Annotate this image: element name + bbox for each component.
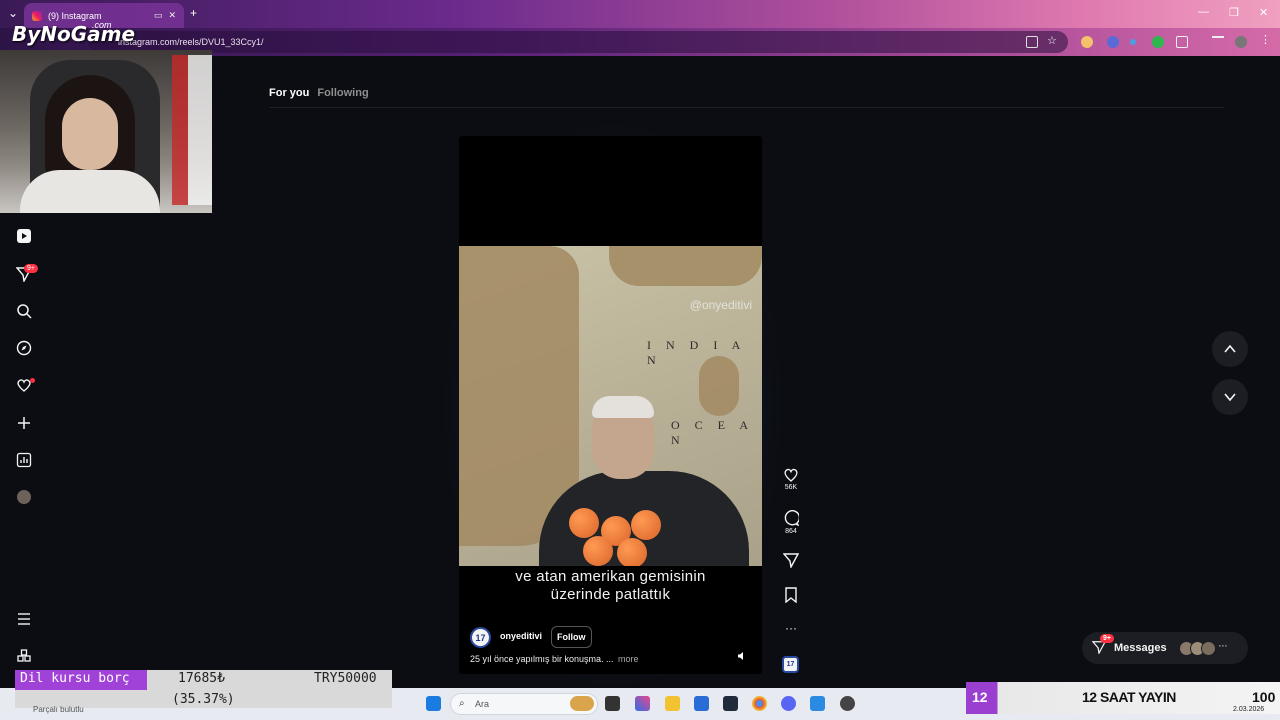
search-highlight-icon	[570, 696, 594, 711]
store-icon[interactable]	[694, 696, 709, 711]
address-bar[interactable]: instagram.com/reels/DVU1_33Ccy1/	[88, 31, 1068, 53]
restore-icon[interactable]: ❐	[1229, 6, 1239, 19]
donation-goal-target: TRY50000	[314, 671, 377, 686]
tab-close-icon[interactable]: ✕	[168, 10, 176, 21]
next-reel-button[interactable]	[1212, 379, 1248, 415]
instagram-favicon-icon	[32, 10, 42, 21]
stream-day: 12	[972, 689, 988, 705]
comment-button[interactable]: 864	[781, 510, 801, 535]
extensions-puzzle-icon[interactable]	[1176, 36, 1188, 48]
share-icon	[783, 553, 799, 568]
more-avatars-icon: ···	[1218, 640, 1228, 651]
cast-icon[interactable]	[1026, 36, 1038, 48]
tab-media-icon[interactable]: ▭	[154, 10, 163, 21]
profile-avatar[interactable]	[14, 487, 34, 507]
windows-start-icon[interactable]	[426, 696, 441, 711]
discord-icon[interactable]	[781, 696, 796, 711]
reel-caption: 25 yıl önce yapılmış bir konuşma. ...	[470, 654, 614, 664]
browser-titlebar: ⌄ (9) Instagram ▭ ✕ + — ❐ ✕	[0, 0, 1280, 28]
notifications-badge: 9+	[24, 264, 38, 273]
messenger-icon: 9+	[1091, 633, 1114, 657]
comment-icon	[784, 510, 799, 526]
extension-icon[interactable]	[1107, 36, 1119, 48]
new-tab-button[interactable]: +	[190, 6, 197, 20]
video-subtitle: ve atan amerikan gemisinin üzerinde patl…	[515, 568, 706, 603]
comment-count: 864	[785, 528, 797, 535]
webcam-overlay	[0, 50, 212, 213]
caption-more-link[interactable]: more	[618, 654, 639, 664]
video-watermark: @onyeditivi	[689, 298, 752, 312]
dashboard-icon[interactable]	[14, 450, 34, 470]
app-icon[interactable]	[810, 696, 825, 711]
explore-compass-icon[interactable]	[14, 338, 34, 358]
tabs-divider	[269, 107, 1224, 108]
messages-badge: 9+	[1100, 633, 1114, 643]
taskbar-search-placeholder: Ara	[475, 699, 490, 709]
weather-text: Parçalı bulutlu	[33, 705, 84, 714]
taskbar-date: 2.03.2026	[1233, 706, 1265, 713]
create-plus-icon[interactable]	[14, 413, 34, 433]
stream-brand-logo: ByNoGame	[12, 22, 136, 46]
extension-icon[interactable]	[1152, 36, 1164, 48]
media-controls-icon[interactable]	[1212, 36, 1224, 48]
tab-following[interactable]: Following	[317, 87, 368, 99]
minimize-icon[interactable]: —	[1198, 6, 1209, 18]
donation-goal-label: Dil kursu borç	[20, 671, 130, 686]
tab-for-you[interactable]: For you	[269, 87, 309, 99]
messages-label: Messages	[1114, 642, 1167, 654]
url-text: instagram.com/reels/DVU1_33Ccy1/	[118, 37, 264, 47]
menu-dots-icon[interactable]: ⋮	[1260, 33, 1272, 46]
bookmark-star-icon[interactable]: ☆	[1047, 34, 1059, 47]
heart-icon	[784, 468, 798, 482]
map-label: I N D I A N	[647, 338, 746, 367]
notification-dot	[30, 378, 35, 383]
audio-thumbnail[interactable]: 17	[782, 656, 799, 673]
close-window-icon[interactable]: ✕	[1259, 6, 1268, 19]
more-options-icon[interactable]: ···	[781, 621, 801, 635]
obs-icon[interactable]	[840, 696, 855, 711]
extension-icon[interactable]	[1130, 39, 1136, 45]
tab-title: (9) Instagram	[48, 10, 102, 21]
task-view-icon[interactable]	[605, 696, 620, 711]
messages-button[interactable]: 9+ Messages ···	[1082, 632, 1248, 664]
search-icon[interactable]	[14, 301, 34, 321]
save-button[interactable]	[781, 587, 801, 603]
avatar	[1200, 640, 1216, 656]
like-count: 56K	[784, 484, 798, 491]
chrome-icon[interactable]	[752, 696, 767, 711]
volume-icon[interactable]	[736, 650, 748, 662]
follow-button[interactable]: Follow	[551, 626, 592, 648]
apps-grid-icon[interactable]	[14, 646, 34, 666]
stream-counter: 100	[1252, 689, 1276, 705]
bookmark-icon	[785, 587, 797, 603]
extension-icon[interactable]	[1081, 36, 1093, 48]
reel-video[interactable]: @onyeditivi I N D I A N O C E A N	[459, 246, 762, 566]
previous-reel-button[interactable]	[1212, 331, 1248, 367]
reels-icon[interactable]	[14, 226, 34, 246]
file-explorer-icon[interactable]	[665, 696, 680, 711]
copilot-icon[interactable]	[635, 696, 650, 711]
tab-search-icon[interactable]: ⌄	[8, 6, 18, 20]
donation-goal-amount: 17685₺	[178, 671, 225, 686]
profile-avatar[interactable]	[1235, 36, 1247, 48]
author-avatar[interactable]: 17	[470, 627, 491, 648]
share-button[interactable]	[781, 552, 801, 568]
author-username[interactable]: onyeditivi	[500, 631, 542, 641]
stream-brand-suffix: .com	[92, 20, 112, 30]
chevron-up-icon	[1224, 344, 1236, 353]
menu-hamburger-icon[interactable]	[14, 609, 34, 629]
like-button[interactable]: 56K	[781, 467, 801, 491]
search-icon: ⌕	[459, 698, 465, 709]
map-label: O C E A N	[671, 418, 754, 447]
stream-marathon-text: 12 SAAT YAYIN	[1082, 689, 1176, 705]
reel-player[interactable]: @onyeditivi I N D I A N O C E A N ve ata…	[459, 136, 762, 674]
app-icon[interactable]	[723, 696, 738, 711]
chevron-down-icon	[1224, 393, 1236, 402]
donation-goal-percent: (35.37%)	[172, 692, 235, 707]
feed-tabs: For you Following	[269, 87, 369, 99]
